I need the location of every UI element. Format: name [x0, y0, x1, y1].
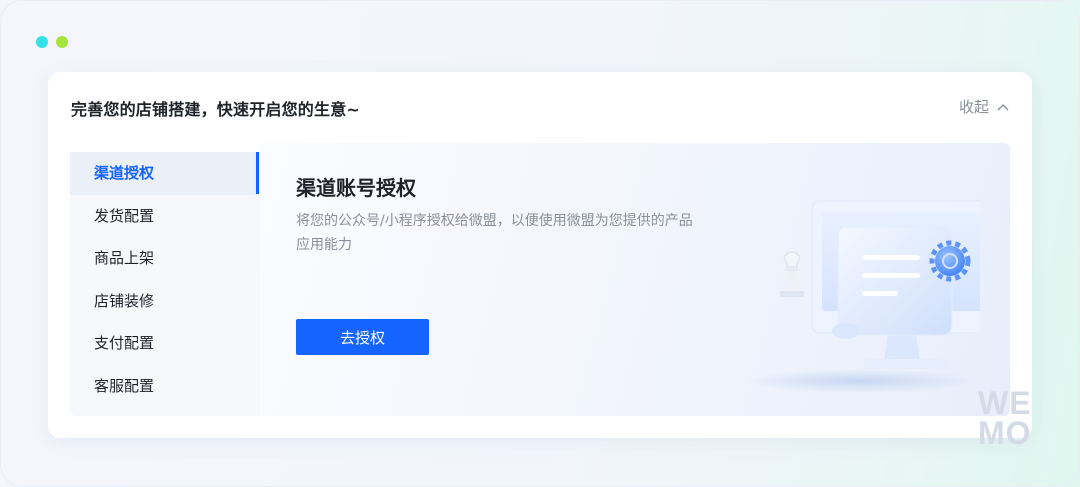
collapse-button[interactable]: 收起: [959, 96, 1009, 117]
sidebar-item-product-listing[interactable]: 商品上架: [70, 237, 260, 280]
sidebar-item-store-decoration[interactable]: 店铺装修: [70, 280, 260, 323]
chevron-up-icon: [997, 103, 1009, 110]
window-dot-green: [56, 36, 68, 48]
channel-auth-panel: 渠道账号授权 将您的公众号/小程序授权给微盟，以便使用微盟为您提供的产品应用能力…: [260, 143, 1010, 416]
watermark-line-2: MO: [978, 415, 1032, 451]
watermark-line-1: WE: [978, 385, 1032, 421]
sidebar-item-shipping-config[interactable]: 发货配置: [70, 195, 260, 238]
sidebar-item-customer-service-config[interactable]: 客服配置: [70, 365, 260, 408]
collapse-label: 收起: [958, 98, 989, 116]
sidebar-item-channel-auth[interactable]: 渠道授权: [70, 152, 260, 195]
panel-title: 渠道账号授权: [296, 176, 416, 200]
active-indicator: [256, 152, 259, 194]
store-setup-card: 完善您的店铺搭建，快速开启您的生意~ 收起 渠道授权 发货配置 商品上架 店铺装…: [48, 72, 1032, 438]
card-title: 完善您的店铺搭建，快速开启您的生意~: [71, 100, 361, 119]
panel-description: 将您的公众号/小程序授权给微盟，以便使用微盟为您提供的产品应用能力: [296, 213, 693, 253]
authorize-button[interactable]: 去授权: [296, 319, 429, 355]
sidebar-item-payment-config[interactable]: 支付配置: [70, 322, 260, 365]
monitor-document-chess-illustration: [745, 200, 980, 393]
setup-steps-sidebar: 渠道授权 发货配置 商品上架 店铺装修 支付配置 客服配置: [70, 152, 260, 416]
window-dot-cyan: [36, 36, 48, 48]
wemo-watermark-logo: WE MO: [978, 385, 1048, 451]
